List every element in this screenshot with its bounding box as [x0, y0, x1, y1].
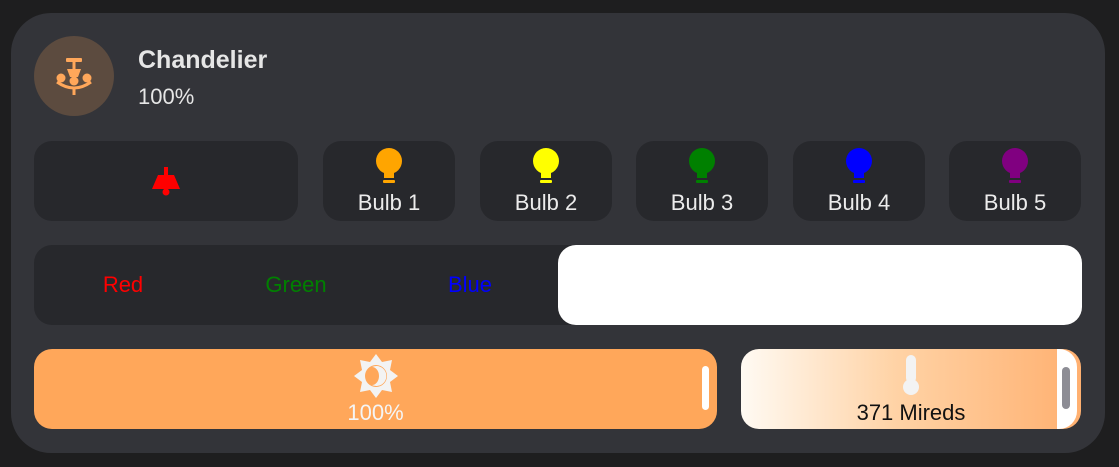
bulb-label: Bulb 5 [983, 189, 1047, 215]
bulb-label: Bulb 1 [357, 189, 421, 215]
bulb-4-button[interactable]: Bulb 4 [793, 141, 925, 221]
bulb-label: Bulb 4 [827, 189, 891, 215]
brightness-value: 100% [347, 400, 404, 425]
color-option-blue[interactable]: Blue [383, 245, 557, 325]
entity-state: 100% [138, 84, 195, 109]
color-option-red[interactable]: Red [36, 245, 210, 325]
bulb-5-button[interactable]: Bulb 5 [949, 141, 1081, 221]
brightness-handle[interactable] [702, 366, 709, 410]
lightbulb-icon [689, 147, 715, 183]
lightbulb-icon [533, 147, 559, 183]
bulb-label: Bulb 2 [514, 189, 578, 215]
lightbulb-icon [846, 147, 872, 183]
bell-icon [152, 167, 180, 196]
color-temp-slider[interactable]: 371 Mireds [741, 349, 1081, 429]
lightbulb-icon [376, 147, 402, 183]
color-temp-handle[interactable] [1062, 367, 1070, 409]
effect-button[interactable] [34, 141, 298, 221]
color-option-white[interactable] [558, 245, 1082, 325]
lightbulb-icon [1002, 147, 1028, 183]
light-card: Chandelier 100% Bulb 1 Bulb 2 Bulb 3 Bul… [11, 13, 1105, 453]
color-temp-value: 371 Mireds [856, 400, 966, 425]
color-selector: Red Green Blue [34, 245, 1082, 325]
bulb-2-button[interactable]: Bulb 2 [480, 141, 612, 221]
brightness-auto-icon [354, 354, 398, 398]
bulb-label: Bulb 3 [670, 189, 734, 215]
entity-name: Chandelier [138, 46, 268, 74]
thermometer-icon [903, 355, 919, 395]
chandelier-icon[interactable] [34, 36, 114, 116]
brightness-slider[interactable]: 100% [34, 349, 717, 429]
color-option-green[interactable]: Green [209, 245, 383, 325]
bulb-1-button[interactable]: Bulb 1 [323, 141, 455, 221]
bulb-3-button[interactable]: Bulb 3 [636, 141, 768, 221]
